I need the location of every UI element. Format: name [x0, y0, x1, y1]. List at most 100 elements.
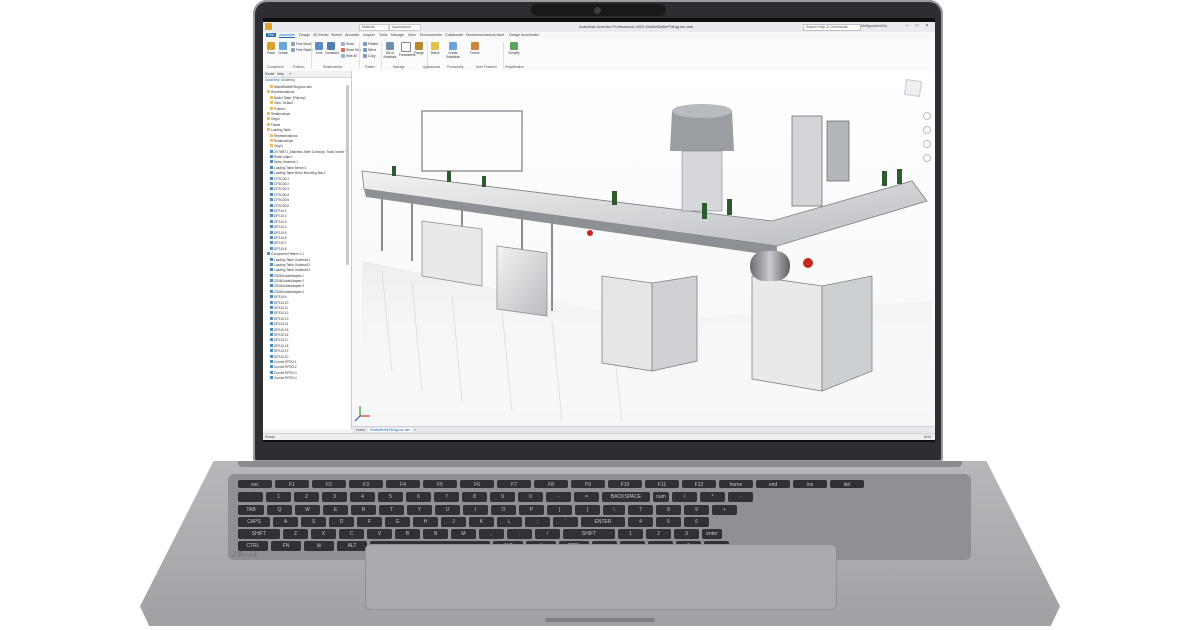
keyboard-key[interactable]: F6 [460, 480, 494, 488]
keyboard-key[interactable]: 3 [674, 529, 699, 539]
pattern-button[interactable]: Pattern [363, 42, 378, 46]
keyboard-key[interactable]: N [423, 529, 448, 539]
keyboard-key[interactable]: 7 [434, 492, 459, 502]
keyboard-key[interactable]: 2 [294, 492, 319, 502]
keyboard-key[interactable]: L [497, 517, 522, 527]
keyboard-key[interactable]: = [574, 492, 599, 502]
free-move-button[interactable]: Free Move [291, 42, 311, 46]
keyboard-key[interactable]: F12 [682, 480, 716, 488]
keyboard-key[interactable]: E [323, 505, 348, 515]
keyboard-key[interactable]: [ [547, 505, 572, 515]
keyboard-key[interactable]: 9 [490, 492, 515, 502]
keyboard-key[interactable]: ⊞ [304, 541, 334, 551]
close-tab-icon[interactable]: × [414, 427, 416, 432]
tab-assemble[interactable]: Assemble [279, 33, 295, 38]
keyboard-key[interactable]: 1 [266, 492, 291, 502]
keyboard-key[interactable]: 5 [656, 517, 681, 527]
keyboard-key[interactable]: F3 [349, 480, 383, 488]
keyboard-key[interactable]: R [351, 505, 376, 515]
keyboard-key[interactable]: W [295, 505, 320, 515]
keyboard-key[interactable]: ALT [337, 541, 367, 551]
keyboard-key[interactable]: SHIFT [238, 529, 280, 539]
search-input[interactable]: Search Help & Commands... [803, 24, 861, 31]
tab-vault[interactable]: Vault [496, 33, 504, 37]
tree-item[interactable]: Curved RFSG:4 [264, 376, 346, 381]
tab-3d-model[interactable]: 3D Model [313, 33, 328, 37]
place-button[interactable]: Place [265, 42, 277, 55]
keyboard-key[interactable]: \ [603, 505, 625, 515]
tab-electromechanical[interactable]: Electromechanical [466, 33, 495, 37]
keyboard-key[interactable]: 2 [646, 529, 671, 539]
tab-help[interactable]: Help [277, 72, 284, 76]
keyboard-key[interactable]: A [273, 517, 298, 527]
tab-tools[interactable]: Tools [379, 33, 387, 37]
keyboard-key[interactable]: F9 [571, 480, 605, 488]
keyboard-key[interactable]: 5 [378, 492, 403, 502]
keyboard-key[interactable]: enter [702, 529, 722, 539]
joint-button[interactable]: Joint [313, 42, 325, 55]
keyboard-key[interactable]: 0 [518, 492, 543, 502]
keyboard-key[interactable]: + [712, 505, 737, 515]
shrink-button[interactable]: Shrink [429, 42, 441, 55]
keyboard-key[interactable]: S [301, 517, 326, 527]
keyboard-key[interactable]: SHIFT [563, 529, 615, 539]
constrain-button[interactable]: Constrain [325, 42, 339, 55]
parameters-button[interactable]: Parameters [399, 42, 415, 57]
keyboard-key[interactable]: num [653, 492, 669, 502]
keyboard-key[interactable]: D [329, 517, 354, 527]
keyboard-key[interactable]: Z [283, 529, 308, 539]
app-logo-icon[interactable] [265, 23, 272, 30]
keyboard-key[interactable]: ins [793, 480, 827, 488]
keyboard-key[interactable]: BACKSPACE [602, 492, 650, 502]
keyboard-key[interactable]: ] [575, 505, 600, 515]
keyboard-key[interactable]: F2 [312, 480, 346, 488]
tab-model[interactable]: Model [265, 72, 274, 76]
keyboard-key[interactable]: ` [238, 492, 263, 502]
keyboard-key[interactable]: TAB [238, 505, 264, 515]
keyboard-key[interactable]: - [728, 492, 753, 502]
keyboard-key[interactable]: T [379, 505, 404, 515]
keyboard-key[interactable]: P [519, 505, 544, 515]
tab-environments[interactable]: Environments [420, 33, 442, 37]
keyboard-key[interactable]: U [435, 505, 460, 515]
free-rotate-button[interactable]: Free Rotate [291, 48, 313, 52]
tab-annotate[interactable]: Annotate [345, 33, 359, 37]
keyboard-key[interactable]: F10 [608, 480, 642, 488]
3d-viewport[interactable] [352, 71, 935, 426]
user-account[interactable]: MrSignedIn/USA [861, 24, 887, 28]
browser-scrollbar[interactable] [346, 85, 349, 265]
keyboard-key[interactable]: - [546, 492, 571, 502]
create-button[interactable]: Create [277, 42, 289, 55]
show-button[interactable]: Show [341, 42, 354, 46]
tab-document[interactable]: MobileBottleFillingLine.iam [368, 428, 413, 432]
keyboard-key[interactable]: J [441, 517, 466, 527]
keyboard-key[interactable]: 9 [684, 505, 709, 515]
tab-collaborate[interactable]: Collaborate [445, 33, 463, 37]
keyboard-key[interactable]: 7 [628, 505, 653, 515]
keyboard-key[interactable]: F1 [275, 480, 309, 488]
keyboard-key[interactable]: * [700, 492, 725, 502]
pan-icon[interactable] [923, 112, 931, 120]
minimize-icon[interactable]: – [903, 23, 911, 30]
orbit-icon[interactable] [923, 140, 931, 148]
simplify-button[interactable]: Simplify [507, 42, 521, 55]
keyboard-key[interactable]: ' [553, 517, 578, 527]
keyboard-key[interactable]: Y [407, 505, 432, 515]
keyboard-key[interactable]: CAPS [238, 517, 270, 527]
subtab-assembly[interactable]: Assembly [265, 78, 280, 82]
material-dropdown[interactable]: Material [359, 24, 389, 31]
look-at-icon[interactable] [923, 154, 931, 162]
tab-design[interactable]: Design [299, 33, 310, 37]
tab-manage[interactable]: Manage [391, 33, 404, 37]
keyboard-key[interactable]: F4 [386, 480, 420, 488]
keyboard-key[interactable]: I [463, 505, 488, 515]
tab-home[interactable]: Home [354, 428, 367, 432]
keyboard-key[interactable]: O [491, 505, 516, 515]
keyboard-key[interactable]: esc [238, 480, 272, 488]
tab-view[interactable]: View [408, 33, 416, 37]
keyboard-key[interactable]: / [535, 529, 560, 539]
keyboard-key[interactable]: home [719, 480, 753, 488]
appearance-dropdown[interactable]: Appearance [389, 24, 421, 31]
keyboard-key[interactable]: F11 [645, 480, 679, 488]
keyboard-key[interactable]: 1 [618, 529, 643, 539]
